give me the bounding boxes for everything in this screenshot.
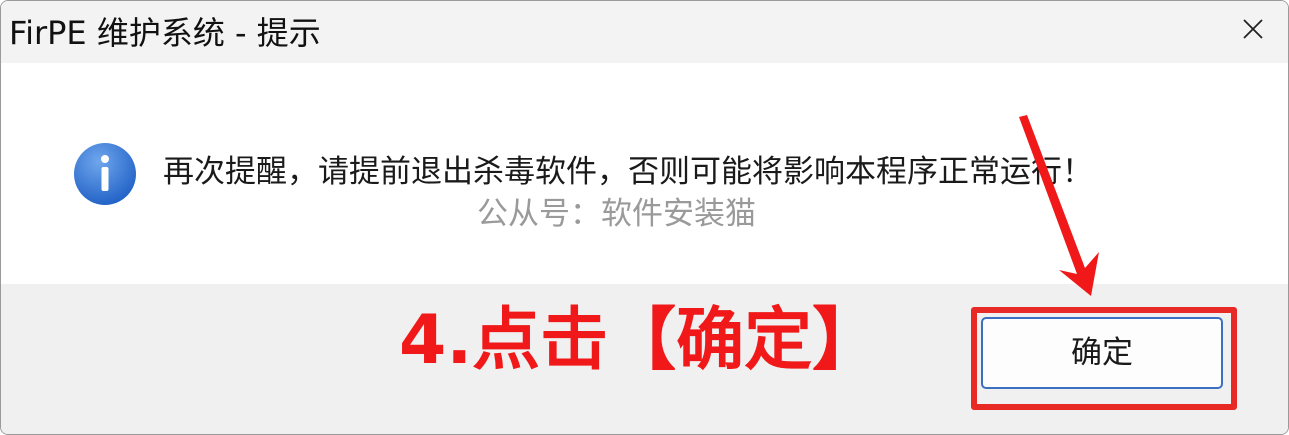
dialog-footer: 4.点击【确定】 确定 [1, 284, 1288, 434]
ok-button[interactable]: 确定 [981, 317, 1223, 389]
message-dialog: FirPE 维护系统 - 提示 再次提醒，请提前退出杀毒软件，否则可能将影响本程… [0, 0, 1289, 435]
close-icon [1243, 19, 1263, 39]
dialog-content: 再次提醒，请提前退出杀毒软件，否则可能将影响本程序正常运行！ 公从号：软件安装猫 [1, 63, 1288, 284]
dialog-message: 再次提醒，请提前退出杀毒软件，否则可能将影响本程序正常运行！ [163, 154, 1093, 190]
watermark-text: 公从号：软件安装猫 [477, 196, 756, 232]
step-annotation: 4.点击【确定】 [399, 301, 881, 380]
window-title: FirPE 维护系统 - 提示 [9, 14, 321, 52]
title-bar[interactable]: FirPE 维护系统 - 提示 [1, 1, 1288, 63]
close-button[interactable] [1226, 5, 1280, 53]
info-icon [74, 143, 136, 205]
